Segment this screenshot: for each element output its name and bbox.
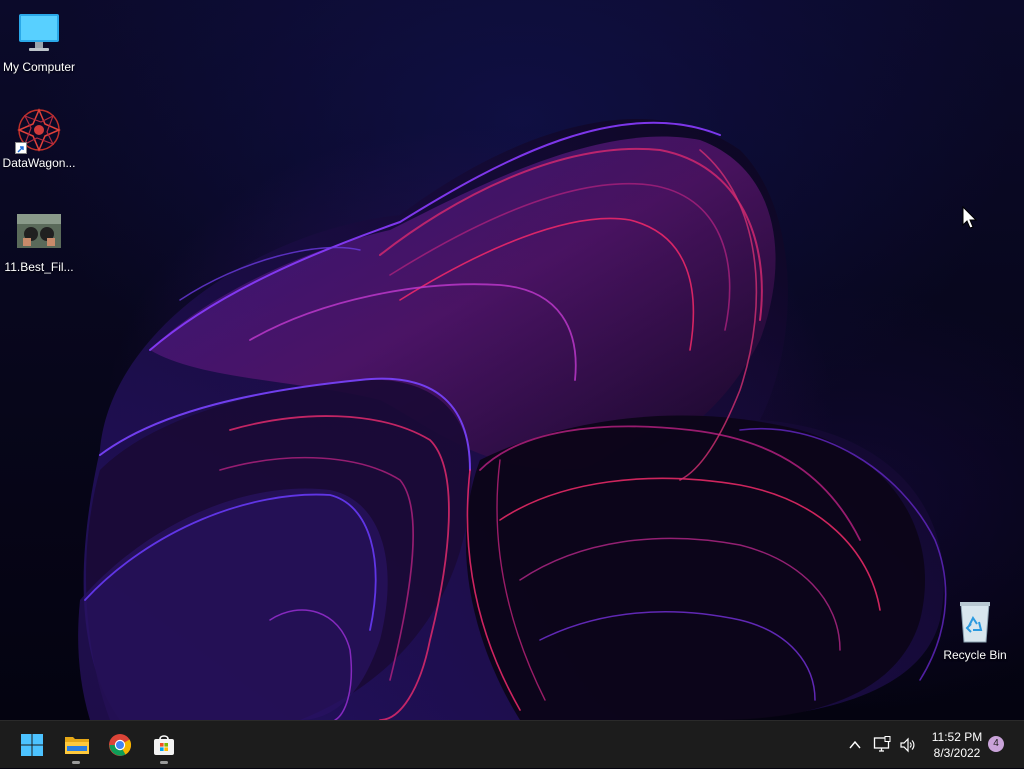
chrome-icon — [109, 734, 132, 756]
start-button[interactable] — [12, 725, 52, 765]
image-thumbnail-icon — [15, 210, 63, 258]
datawagon-icon — [15, 106, 63, 154]
desktop-icon-label: Recycle Bin — [943, 648, 1007, 662]
desktop-icon-label: My Computer — [2, 60, 76, 74]
speaker-icon — [900, 737, 915, 753]
notification-count-badge[interactable]: 4 — [988, 736, 1004, 752]
desktop-icon-datawagon[interactable]: DataWagon... — [0, 106, 78, 170]
recycle-bin-icon — [951, 598, 999, 646]
clock-time: 11:52 PM — [931, 730, 983, 744]
desktop-icon-my-computer[interactable]: My Computer — [0, 10, 78, 74]
computer-icon — [15, 10, 63, 58]
store-icon — [154, 735, 174, 755]
desktop-icon-best-file[interactable]: 11.Best_Fil... — [0, 210, 78, 274]
show-hidden-icons-button[interactable] — [844, 721, 866, 769]
network-icon — [873, 736, 891, 752]
bloom-wallpaper — [78, 118, 947, 720]
shortcut-arrow-icon — [15, 142, 27, 154]
taskbar-chrome-button[interactable] — [100, 725, 140, 765]
clock-button[interactable]: 11:52 PM 8/3/2022 — [924, 729, 990, 761]
desktop[interactable]: My Computer DataWagon... 11.Best_Fil... … — [0, 0, 1024, 720]
taskbar-file-explorer-button[interactable] — [56, 725, 96, 765]
desktop-icon-label: DataWagon... — [2, 156, 76, 170]
windows-logo-icon — [21, 734, 43, 756]
desktop-icon-label: 11.Best_Fil... — [4, 260, 74, 274]
chevron-up-icon — [849, 740, 861, 749]
volume-button[interactable] — [896, 721, 920, 769]
network-status-button[interactable] — [870, 721, 894, 769]
mouse-cursor-icon — [962, 206, 978, 229]
taskbar-store-button[interactable] — [144, 725, 184, 765]
taskbar: 11:52 PM 8/3/2022 — [0, 720, 1024, 768]
desktop-icon-recycle-bin[interactable]: Recycle Bin — [936, 598, 1014, 662]
folder-icon — [65, 737, 89, 754]
running-indicator — [160, 761, 168, 764]
running-indicator — [72, 761, 80, 764]
clock-date: 8/3/2022 — [933, 746, 981, 760]
